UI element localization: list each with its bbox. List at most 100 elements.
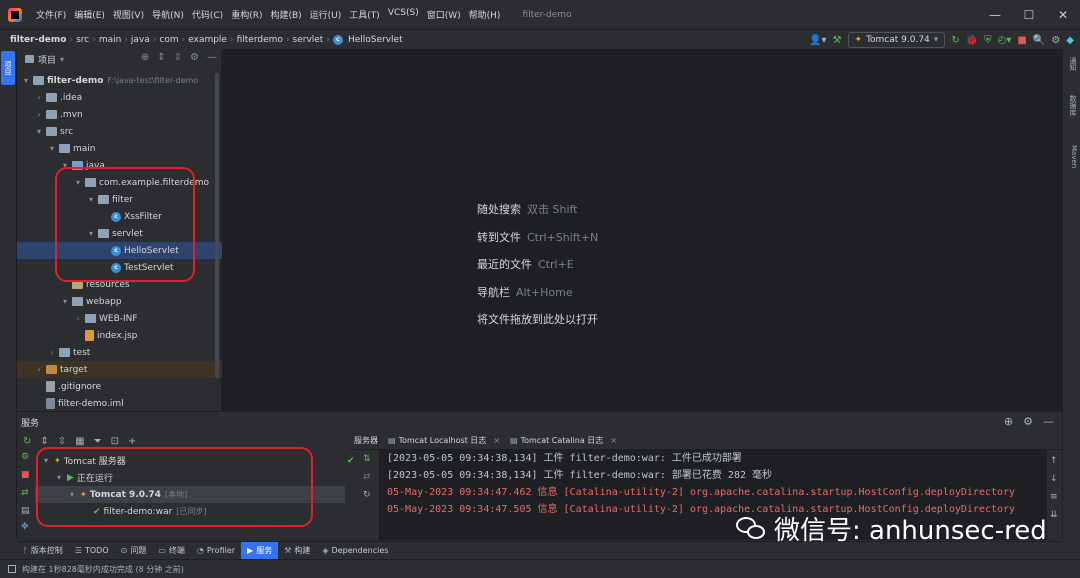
stop-icon[interactable]: ■ bbox=[21, 470, 30, 480]
menu-item[interactable]: 工具(T) bbox=[345, 8, 384, 21]
chevron-icon[interactable]: ▾ bbox=[60, 297, 70, 306]
soft-wrap-icon[interactable]: ≡ bbox=[1050, 492, 1058, 502]
breadcrumb-item[interactable]: servlet bbox=[290, 35, 327, 45]
tree-node[interactable]: filter-demo.iml bbox=[17, 395, 222, 412]
group-by-icon[interactable]: ▦ bbox=[75, 436, 84, 447]
bottom-tab[interactable]: ᚠ 版本控制 bbox=[17, 542, 69, 560]
chevron-icon[interactable]: › bbox=[34, 93, 44, 102]
scroll-down-icon[interactable]: ↓ bbox=[1050, 474, 1058, 484]
close-button[interactable]: ✕ bbox=[1046, 0, 1080, 29]
chevron-icon[interactable]: › bbox=[34, 365, 44, 374]
bottom-tab[interactable]: ▭ 终端 bbox=[152, 542, 191, 560]
right-tool-button[interactable]: 数据库 bbox=[1066, 95, 1078, 116]
new-tab-icon[interactable]: ⊡ bbox=[111, 436, 119, 447]
project-tree-scrollbar[interactable] bbox=[215, 73, 219, 378]
rerun-icon[interactable]: ↻ bbox=[951, 35, 959, 46]
bottom-tab[interactable]: ⊙ 问题 bbox=[115, 542, 153, 560]
log-tab[interactable]: 服务器 bbox=[349, 435, 383, 446]
log-tab[interactable]: ▤ Tomcat Catalina 日志 × bbox=[505, 435, 622, 446]
scroll-up-icon[interactable]: ↑ bbox=[1050, 456, 1058, 466]
deploy-icon[interactable]: ▤ bbox=[21, 506, 30, 516]
breadcrumb-item[interactable]: src bbox=[73, 35, 92, 45]
chevron-icon[interactable]: ▾ bbox=[47, 144, 57, 153]
menu-item[interactable]: 代码(C) bbox=[188, 8, 227, 21]
profile-icon[interactable]: ◴▾ bbox=[998, 35, 1012, 46]
bottom-tab[interactable]: ☰ TODO bbox=[69, 542, 115, 560]
maximize-button[interactable]: ☐ bbox=[1012, 0, 1046, 29]
scroll-to-end-icon[interactable]: ⇊ bbox=[1050, 510, 1058, 520]
menu-item[interactable]: 重构(R) bbox=[227, 8, 266, 21]
reload-icon[interactable]: ↻ bbox=[363, 490, 371, 500]
breadcrumb-item[interactable]: HelloServlet bbox=[345, 35, 406, 45]
menu-item[interactable]: 编辑(E) bbox=[70, 8, 109, 21]
tree-node[interactable]: index.jsp bbox=[17, 327, 222, 344]
coverage-icon[interactable]: ⛨ bbox=[984, 35, 992, 46]
user-icon[interactable]: 👤▾ bbox=[809, 35, 826, 46]
close-tab-icon[interactable]: × bbox=[610, 436, 617, 445]
breadcrumb-item[interactable]: example bbox=[185, 35, 230, 45]
tree-node[interactable]: .gitignore bbox=[17, 378, 222, 395]
chevron-icon[interactable]: › bbox=[73, 314, 83, 323]
tree-node[interactable]: › target bbox=[17, 361, 222, 378]
add-icon[interactable]: + bbox=[128, 436, 136, 447]
expand-all-icon[interactable]: ⇕ bbox=[40, 436, 48, 447]
minimize-button[interactable]: — bbox=[978, 0, 1012, 29]
bottom-tab[interactable]: ◔ Profiler bbox=[191, 542, 241, 560]
status-toggle-icon[interactable] bbox=[8, 565, 16, 573]
breadcrumb-item[interactable]: java bbox=[128, 35, 153, 45]
bottom-tab[interactable]: ▶ 服务 bbox=[241, 541, 279, 560]
right-tool-button[interactable]: 通知 bbox=[1066, 57, 1078, 71]
tree-node[interactable]: › .idea bbox=[17, 89, 222, 106]
run-configuration-select[interactable]: ✦ Tomcat 9.0.74 ▾ bbox=[847, 32, 946, 48]
breadcrumb-item[interactable]: filterdemo bbox=[234, 35, 286, 45]
menu-item[interactable]: 帮助(H) bbox=[465, 8, 505, 21]
breadcrumb-item[interactable]: main bbox=[96, 35, 125, 45]
locate-file-icon[interactable]: ⊕ bbox=[141, 52, 149, 63]
tree-node[interactable]: ▾ src bbox=[17, 123, 222, 140]
collapse-all-icon[interactable]: ⇳ bbox=[174, 52, 182, 63]
tree-node[interactable]: › WEB-INF bbox=[17, 310, 222, 327]
project-panel-title[interactable]: 项目 bbox=[38, 53, 56, 66]
menu-item[interactable]: 构建(B) bbox=[266, 8, 305, 21]
refresh-icon[interactable]: ↻ bbox=[23, 436, 31, 447]
tree-node[interactable]: › .mvn bbox=[17, 106, 222, 123]
bottom-tab[interactable]: ⚒ 构建 bbox=[278, 542, 316, 560]
tree-node[interactable]: ▾ main bbox=[17, 140, 222, 157]
build-hammer-icon[interactable]: ⚒ bbox=[833, 35, 842, 46]
collapse-all-icon[interactable]: ⇳ bbox=[58, 436, 66, 447]
hide-panel-icon[interactable]: — bbox=[207, 52, 217, 63]
rerun-icon[interactable]: ⚙ bbox=[21, 452, 29, 462]
update-running-icon[interactable]: ⇅ bbox=[363, 454, 371, 464]
project-tool-button[interactable]: 项目 bbox=[1, 51, 15, 85]
menu-item[interactable]: 窗口(W) bbox=[423, 8, 465, 21]
debug-icon[interactable]: 🐞 bbox=[966, 35, 978, 46]
settings-gear-icon[interactable]: ⚙ bbox=[1051, 35, 1060, 46]
settings-gear-icon[interactable]: ⚙ bbox=[1023, 415, 1033, 428]
tree-node[interactable]: › test bbox=[17, 344, 222, 361]
menu-item[interactable]: 运行(U) bbox=[306, 8, 346, 21]
settings-gear-icon[interactable]: ⚙ bbox=[190, 52, 199, 63]
debug-icon[interactable]: ⇄ bbox=[21, 488, 29, 498]
menu-item[interactable]: 文件(F) bbox=[32, 8, 70, 21]
redeploy-icon[interactable]: ⇄ bbox=[363, 472, 371, 482]
chevron-down-icon[interactable]: ▾ bbox=[60, 55, 64, 64]
menu-item[interactable]: 导航(N) bbox=[148, 8, 188, 21]
chevron-icon[interactable]: ▾ bbox=[34, 127, 44, 136]
filter-icon[interactable]: ⏷ bbox=[94, 436, 102, 447]
close-tab-icon[interactable]: × bbox=[493, 436, 500, 445]
menu-item[interactable]: VCS(S) bbox=[384, 8, 423, 21]
breadcrumb-item[interactable]: filter-demo bbox=[0, 35, 69, 45]
bottom-tab[interactable]: ◈ Dependencies bbox=[316, 542, 394, 560]
hide-panel-icon[interactable]: — bbox=[1043, 415, 1054, 428]
tree-node[interactable]: ▾ filter-demo F:\java-test\filter-demo bbox=[17, 72, 222, 89]
check-icon[interactable]: ✔ bbox=[347, 456, 355, 466]
log-tab[interactable]: ▤ Tomcat Localhost 日志 × bbox=[383, 435, 505, 446]
plugin-icon[interactable]: ◆ bbox=[1066, 35, 1074, 46]
search-everywhere-icon[interactable]: 🔍 bbox=[1033, 35, 1045, 46]
update-icon[interactable]: ✥ bbox=[21, 522, 29, 532]
right-tool-button[interactable]: Maven bbox=[1066, 145, 1078, 168]
add-service-icon[interactable]: ⊕ bbox=[1004, 415, 1013, 428]
chevron-icon[interactable]: ▾ bbox=[21, 76, 31, 85]
stop-icon[interactable]: ■ bbox=[1017, 35, 1026, 46]
breadcrumb-item[interactable]: com bbox=[156, 35, 181, 45]
